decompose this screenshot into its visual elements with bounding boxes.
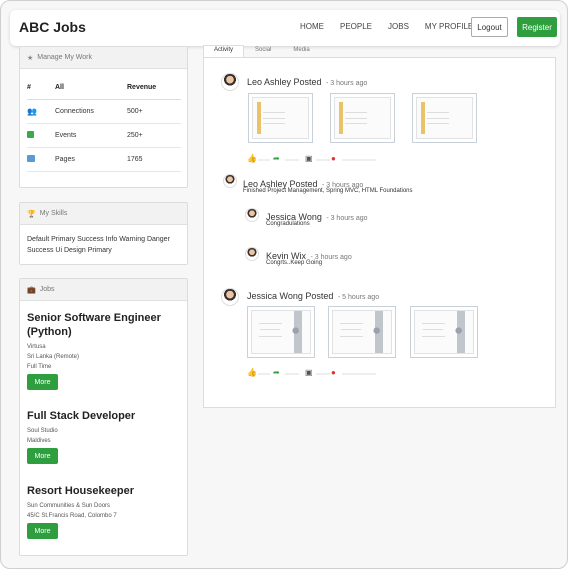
jobs-header: 💼 Jobs bbox=[20, 279, 187, 301]
table-row[interactable]: Pages 1765 bbox=[27, 147, 181, 172]
tab-social[interactable]: Social bbox=[244, 45, 282, 57]
avatar[interactable] bbox=[245, 247, 259, 261]
post-time: - 3 hours ago bbox=[326, 80, 368, 87]
post-image[interactable] bbox=[330, 93, 395, 143]
avatar[interactable] bbox=[245, 208, 259, 222]
post-time: - 5 hours ago bbox=[337, 294, 380, 301]
col-revenue: Revenue bbox=[127, 77, 181, 100]
app-window: ABC Jobs HOME PEOPLE JOBS MY PROFILE Log… bbox=[0, 0, 568, 569]
row-value: 1765 bbox=[127, 147, 181, 172]
col-hash: # bbox=[27, 77, 55, 100]
job-item: Senior Software Engineer (Python) Virtus… bbox=[20, 311, 184, 390]
manage-work-header: ★ Manage My Work bbox=[20, 47, 187, 69]
table-row[interactable]: Events 250+ bbox=[27, 123, 181, 148]
post-author[interactable]: Jessica Wong Posted bbox=[247, 291, 333, 301]
share-icon[interactable]: ➦ bbox=[273, 368, 280, 377]
activity-feed: Leo Ashley Posted - 3 hours ago 👍 ➦ ▣ ● … bbox=[203, 57, 556, 408]
post-image[interactable] bbox=[412, 93, 477, 143]
nav-home[interactable]: HOME bbox=[300, 22, 324, 31]
trophy-icon: 🏆 bbox=[27, 210, 36, 218]
skills-title: My Skills bbox=[39, 210, 68, 217]
briefcase-icon: 💼 bbox=[27, 286, 36, 294]
job-title[interactable]: Senior Software Engineer (Python) bbox=[27, 311, 177, 339]
tab-media[interactable]: Media bbox=[282, 45, 320, 57]
more-button[interactable]: More bbox=[27, 448, 58, 464]
work-table: # All Revenue 👥 Connections 500+ Events … bbox=[27, 77, 181, 172]
navbar: ABC Jobs HOME PEOPLE JOBS MY PROFILE Log… bbox=[10, 10, 560, 46]
table-row[interactable]: 👥 Connections 500+ bbox=[27, 99, 181, 124]
feed-tabs: Activity Social Media bbox=[203, 45, 321, 57]
job-location: Maldives bbox=[27, 438, 51, 444]
job-location: 45/C St.Francis Road, Colombo 7 bbox=[27, 513, 117, 519]
comment-bar bbox=[342, 373, 376, 375]
comment-time: - 3 hours ago bbox=[326, 215, 368, 222]
row-value: 250+ bbox=[127, 123, 181, 148]
row-label: Connections bbox=[55, 99, 127, 124]
manage-work-title: Manage My Work bbox=[37, 54, 93, 61]
job-type: Full Time bbox=[27, 364, 52, 370]
job-item: Resort Housekeeper Sun Communities & Sun… bbox=[20, 484, 141, 539]
tab-activity[interactable]: Activity bbox=[203, 45, 245, 57]
brand-logo[interactable]: ABC Jobs bbox=[19, 19, 86, 35]
thumbs-up-icon[interactable]: 👍 bbox=[247, 368, 257, 377]
post-image[interactable] bbox=[248, 93, 313, 143]
avatar[interactable] bbox=[221, 288, 239, 306]
comment-icon[interactable]: ● bbox=[331, 154, 336, 163]
job-title[interactable]: Full Stack Developer bbox=[27, 409, 135, 423]
post-image[interactable] bbox=[247, 306, 315, 358]
jobs-title: Jobs bbox=[39, 286, 55, 293]
job-title[interactable]: Resort Housekeeper bbox=[27, 484, 134, 498]
calendar-icon bbox=[27, 130, 34, 138]
skills-panel: 🏆 My Skills Default Primary Success Info… bbox=[19, 202, 188, 265]
save-icon[interactable]: ▣ bbox=[305, 368, 313, 377]
comment-text: Congradulations bbox=[266, 221, 310, 227]
row-value: 500+ bbox=[127, 99, 181, 124]
skills-list: Default Primary Success Info Warning Dan… bbox=[27, 236, 170, 254]
post-text: Finished Project Management, Spring MVC,… bbox=[243, 188, 413, 194]
nav-my-profile[interactable]: MY PROFILE bbox=[425, 22, 473, 31]
share-icon[interactable]: ➦ bbox=[273, 154, 280, 163]
star-icon: ★ bbox=[27, 54, 34, 62]
manage-work-panel: ★ Manage My Work # All Revenue 👥 Connect… bbox=[19, 46, 188, 188]
nav-links: HOME PEOPLE JOBS MY PROFILE bbox=[300, 22, 489, 31]
save-bar bbox=[316, 373, 330, 375]
comment-text: Congrts..Keep Going bbox=[266, 260, 323, 266]
job-item: Full Stack Developer Soul Studio Maldive… bbox=[20, 409, 142, 464]
job-location: Sri Lanka (Remote) bbox=[27, 354, 80, 360]
job-company: Virtusa bbox=[27, 344, 46, 350]
more-button[interactable]: More bbox=[27, 374, 58, 390]
skills-header: 🏆 My Skills bbox=[20, 203, 187, 225]
thumbs-up-icon[interactable]: 👍 bbox=[247, 154, 257, 163]
avatar[interactable] bbox=[223, 174, 237, 188]
jobs-panel: 💼 Jobs Senior Software Engineer (Python)… bbox=[19, 278, 188, 556]
post-author[interactable]: Leo Ashley Posted bbox=[247, 77, 322, 87]
save-bar bbox=[316, 159, 330, 161]
share-bar bbox=[285, 373, 299, 375]
more-button[interactable]: More bbox=[27, 523, 58, 539]
row-label: Events bbox=[55, 123, 127, 148]
avatar[interactable] bbox=[221, 73, 239, 91]
row-label: Pages bbox=[55, 147, 127, 172]
post-image[interactable] bbox=[328, 306, 396, 358]
post-image[interactable] bbox=[410, 306, 478, 358]
comment-bar bbox=[342, 159, 376, 161]
logout-button[interactable]: Logout bbox=[471, 17, 508, 37]
nav-jobs[interactable]: JOBS bbox=[388, 22, 409, 31]
post-header: Leo Ashley Posted - 3 hours ago bbox=[247, 72, 367, 90]
people-icon: 👥 bbox=[27, 106, 37, 116]
share-bar bbox=[285, 159, 299, 161]
like-bar bbox=[258, 373, 270, 375]
pages-icon bbox=[27, 154, 35, 162]
job-company: Soul Studio bbox=[27, 428, 58, 434]
nav-people[interactable]: PEOPLE bbox=[340, 22, 372, 31]
post-header: Jessica Wong Posted - 5 hours ago bbox=[247, 286, 379, 304]
comment-icon[interactable]: ● bbox=[331, 368, 336, 377]
job-company: Sun Communities & Sun Doors bbox=[27, 503, 111, 509]
register-button[interactable]: Register bbox=[517, 17, 557, 37]
save-icon[interactable]: ▣ bbox=[305, 154, 313, 163]
like-bar bbox=[258, 159, 270, 161]
col-all: All bbox=[55, 77, 127, 100]
